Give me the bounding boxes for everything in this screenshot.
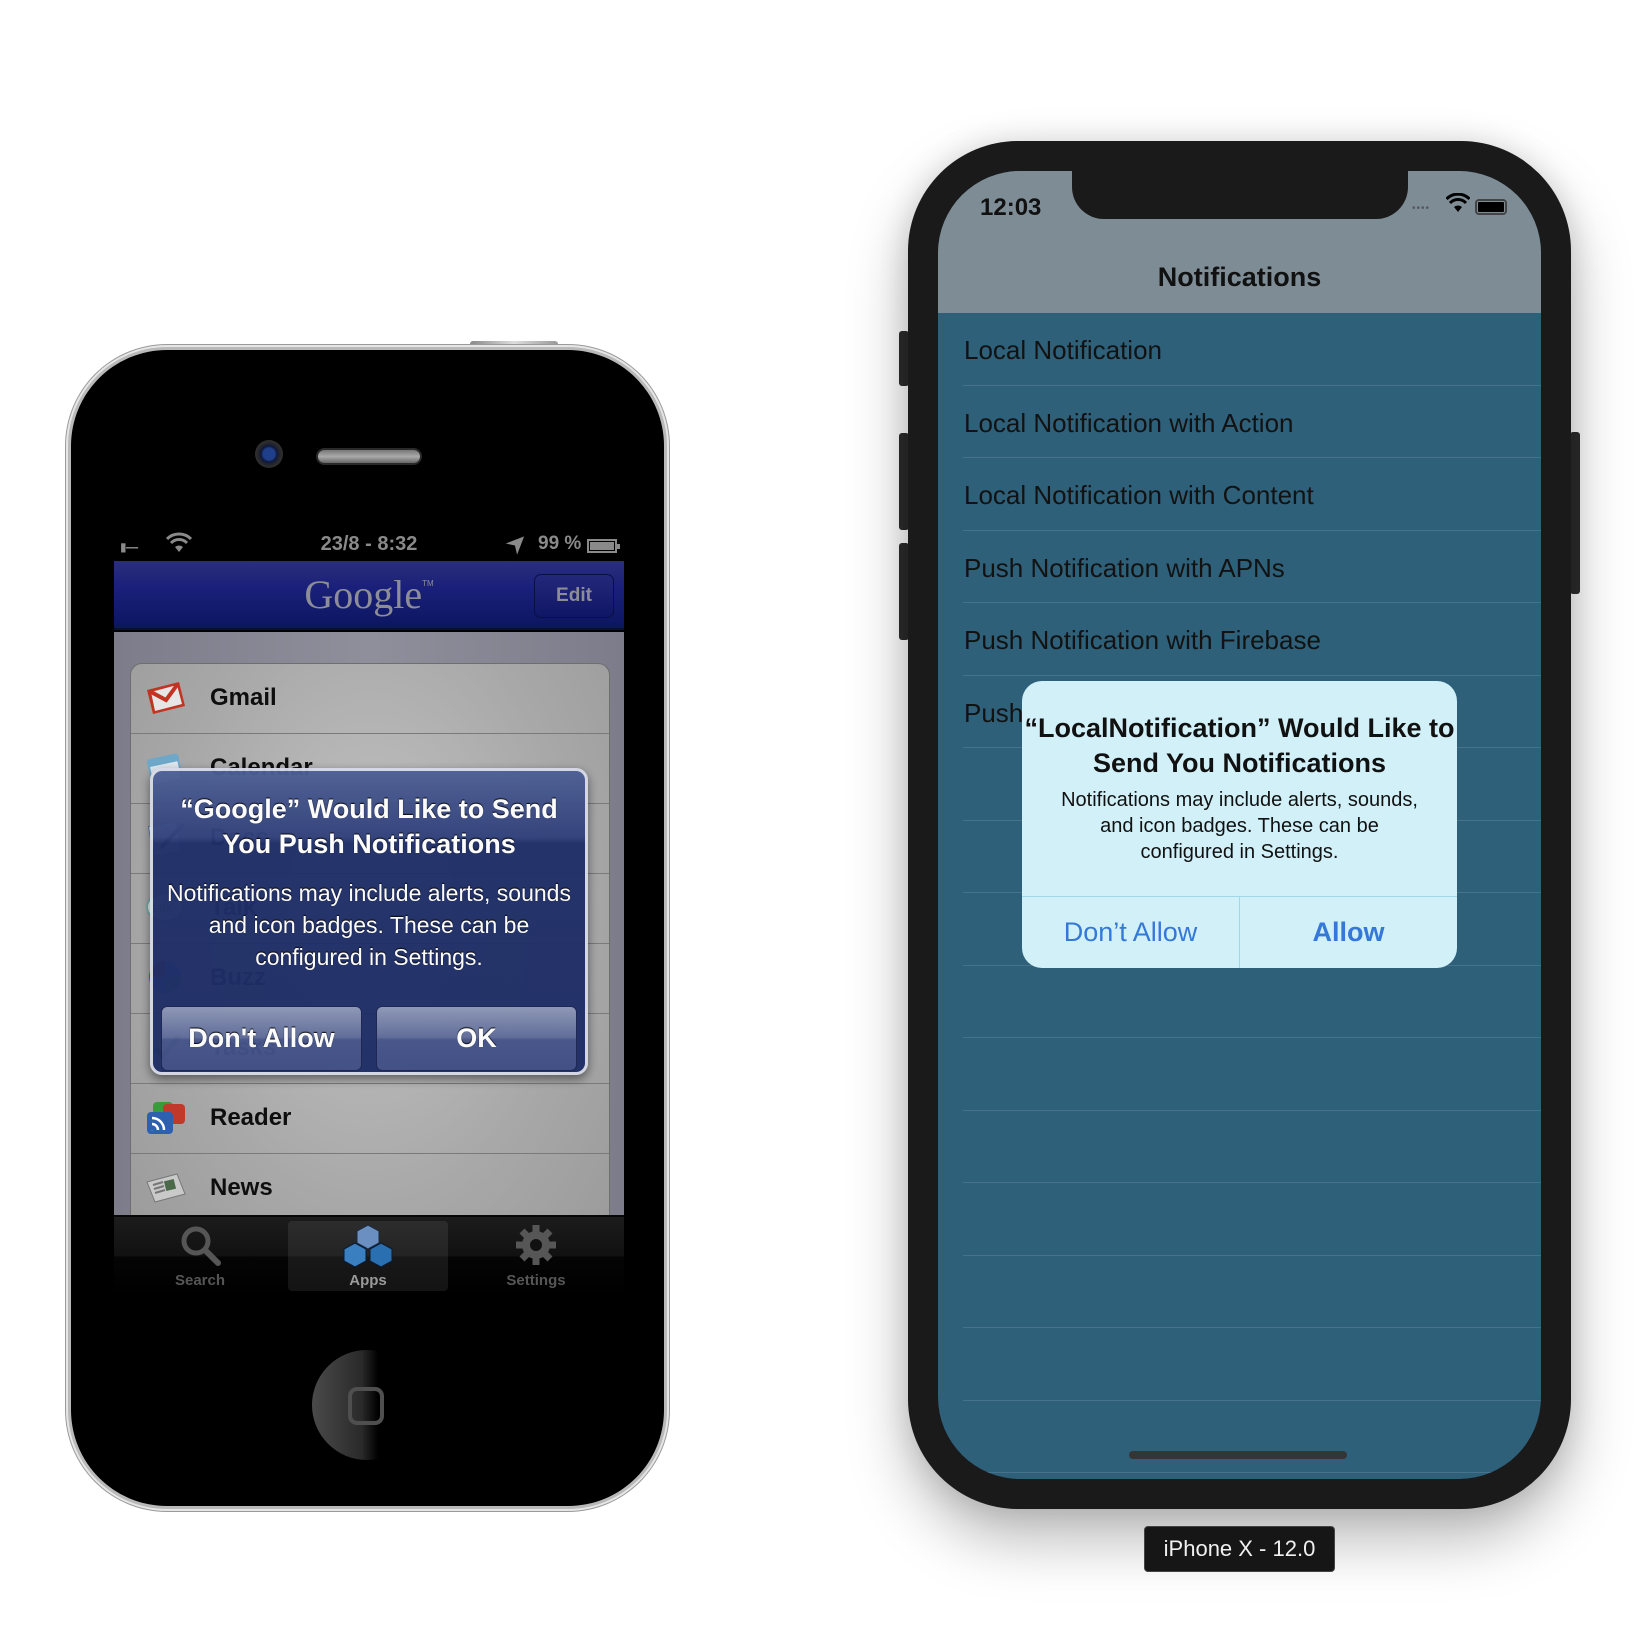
alert-message: Notifications may include alerts, sounds… [167, 880, 571, 970]
page-title: Notifications [1157, 262, 1322, 292]
list-item[interactable]: Local Notification [938, 313, 1541, 386]
gmail-icon [147, 682, 185, 714]
tab-apps[interactable]: Apps [288, 1221, 448, 1291]
list-item-reader[interactable]: Reader [131, 1084, 609, 1154]
list-item-news[interactable]: News [131, 1154, 609, 1224]
list-item-empty [938, 1038, 1541, 1111]
list-item-empty [938, 1256, 1541, 1329]
gear-icon [516, 1225, 556, 1265]
apps-cubes-icon [343, 1224, 393, 1268]
list-item-empty [938, 1328, 1541, 1401]
nav-bar: GoogleTM Edit [114, 561, 624, 630]
list-item-empty [938, 966, 1541, 1039]
tab-bar: Search Apps Settings [114, 1215, 624, 1295]
battery-icon [1475, 199, 1507, 215]
simulator-device-label: iPhone X - 12.0 [1144, 1526, 1335, 1572]
list-item[interactable]: Push Notification with APNs [938, 531, 1541, 604]
list-item-gmail[interactable]: Gmail [131, 664, 609, 734]
news-icon [146, 1173, 186, 1203]
battery-icon [587, 539, 620, 553]
list-item[interactable]: Local Notification with Content [938, 458, 1541, 531]
status-time: 12:03 [980, 194, 1042, 221]
home-button[interactable] [312, 1350, 422, 1460]
tab-settings[interactable]: Settings [456, 1221, 616, 1291]
push-permission-alert: “Google” Would Like to Send You Push Not… [150, 768, 588, 1075]
home-square-icon [348, 1387, 384, 1425]
front-camera-icon [255, 440, 283, 468]
dont-allow-button[interactable]: Don't Allow [161, 1006, 362, 1071]
home-indicator[interactable] [1129, 1451, 1347, 1459]
power-button[interactable] [470, 341, 558, 348]
reader-icon [147, 1102, 185, 1134]
signal-strength-icon: •••• [1412, 203, 1431, 214]
search-icon [181, 1226, 221, 1266]
allow-button[interactable]: Allow [1240, 897, 1457, 968]
earpiece-speaker [316, 448, 422, 465]
wifi-icon [1445, 192, 1471, 219]
alert-title: “LocalNotification” Would Like to Send Y… [1024, 713, 1455, 778]
battery-percent: 99 % [538, 533, 582, 554]
dont-allow-button[interactable]: Don’t Allow [1022, 897, 1239, 968]
list-item-empty [938, 1473, 1541, 1479]
list-item[interactable]: Push Notification with Firebase [938, 603, 1541, 676]
list-item-empty [938, 1183, 1541, 1256]
alert-title: “Google” Would Like to Send You Push Not… [180, 794, 558, 859]
alert-message: Notifications may include alerts, sounds… [1061, 789, 1418, 863]
ok-button[interactable]: OK [376, 1006, 577, 1071]
tab-search[interactable]: Search [120, 1221, 280, 1291]
edit-button[interactable]: Edit [534, 574, 614, 618]
side-button[interactable] [1570, 432, 1580, 594]
notification-permission-alert: “LocalNotification” Would Like to Send Y… [1022, 681, 1457, 968]
status-bar: ▮---- 23/8 - 8:32 99 % [114, 530, 624, 561]
list-item[interactable]: Local Notification with Action [938, 386, 1541, 459]
notch [1072, 171, 1408, 219]
list-item-empty [938, 1401, 1541, 1474]
list-item-empty [938, 1111, 1541, 1184]
